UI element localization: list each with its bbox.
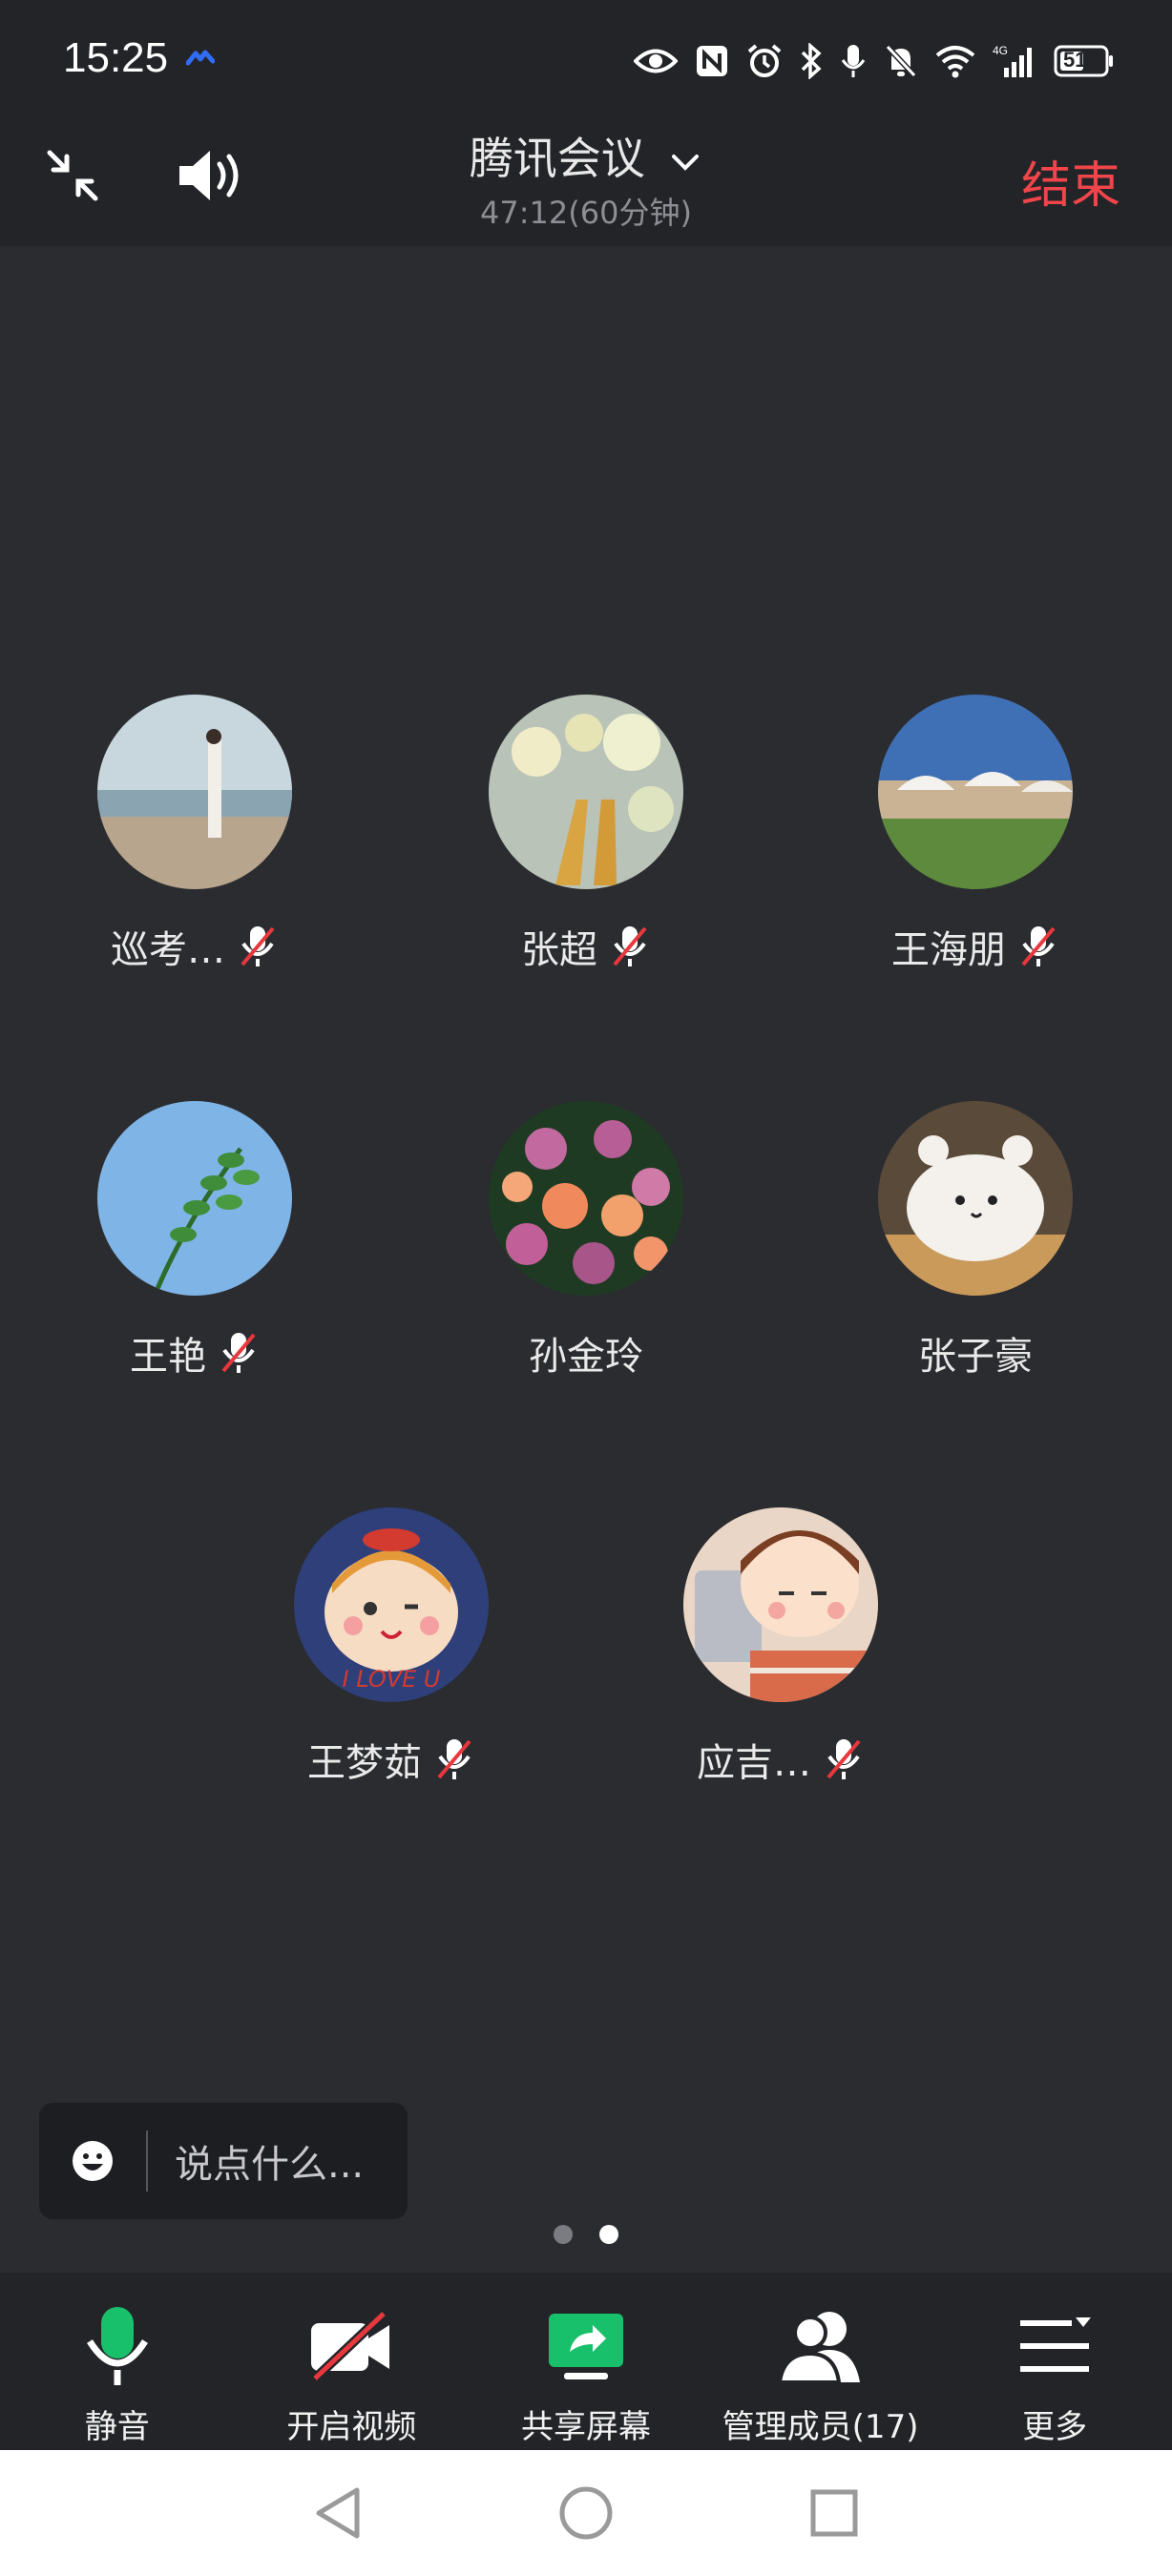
participant-name: 王梦茹 bbox=[307, 1741, 422, 1785]
microphone-icon bbox=[840, 43, 867, 79]
eye-icon bbox=[634, 47, 678, 75]
mic-muted-icon bbox=[221, 1333, 256, 1373]
mic-muted-icon bbox=[827, 1739, 861, 1779]
meeting-duration: 47:12(60分钟) bbox=[480, 195, 692, 231]
wifi-icon bbox=[935, 44, 975, 78]
participant-name: 张超 bbox=[521, 928, 597, 972]
status-icons: 4G 51 bbox=[634, 34, 1115, 88]
system-nav-bar bbox=[0, 2450, 1172, 2576]
participant-tile[interactable]: 王海朋 bbox=[813, 695, 1138, 975]
participant-tile[interactable]: I LOVE U 王梦茹 bbox=[229, 1507, 554, 1788]
top-bar: 15:25 4G 51 腾讯会议 47:12(60分钟) 结束 bbox=[0, 0, 1172, 246]
more-menu-icon bbox=[1020, 2317, 1092, 2372]
back-button[interactable] bbox=[300, 2475, 376, 2551]
video-off-icon bbox=[311, 2312, 390, 2380]
bell-off-icon bbox=[884, 43, 918, 79]
meeting-screen: 15:25 4G 51 腾讯会议 47:12(60分钟) 结束 巡考… 张超 王… bbox=[0, 0, 1172, 2576]
participant-name: 王艳 bbox=[130, 1335, 206, 1379]
avatar bbox=[878, 1101, 1073, 1296]
members-icon bbox=[777, 2312, 860, 2384]
status-time: 15:25 bbox=[63, 34, 169, 81]
avatar bbox=[97, 1101, 292, 1296]
mic-muted-icon bbox=[613, 926, 647, 966]
battery-icon: 51 bbox=[1054, 44, 1115, 78]
participant-tile[interactable]: 孙金玲 bbox=[424, 1101, 748, 1381]
more-button[interactable]: 更多 bbox=[938, 2273, 1172, 2450]
page-dot[interactable] bbox=[554, 2225, 573, 2244]
share-screen-button[interactable]: 共享屏幕 bbox=[469, 2273, 702, 2450]
share-screen-icon bbox=[548, 2314, 623, 2379]
avatar bbox=[683, 1507, 878, 1702]
emoji-button[interactable] bbox=[39, 2139, 146, 2183]
bluetooth-icon bbox=[800, 43, 823, 79]
participant-name: 应吉… bbox=[697, 1741, 811, 1785]
manage-members-label: 管理成员(17) bbox=[722, 2408, 919, 2446]
page-dot-active[interactable] bbox=[599, 2225, 618, 2244]
participant-name: 王海朋 bbox=[891, 928, 1006, 972]
participant-tile[interactable]: 王艳 bbox=[32, 1101, 357, 1381]
signal-4g-icon: 4G bbox=[993, 43, 1036, 79]
home-button[interactable] bbox=[548, 2475, 624, 2551]
battery-level: 51 bbox=[1063, 48, 1087, 72]
recents-icon bbox=[810, 2489, 858, 2537]
end-meeting-button[interactable]: 结束 bbox=[1021, 145, 1120, 217]
video-button[interactable]: 开启视频 bbox=[235, 2273, 469, 2450]
more-label: 更多 bbox=[1022, 2408, 1088, 2446]
chevron-down-icon bbox=[672, 154, 700, 171]
chat-placeholder: 说点什么... bbox=[175, 2143, 365, 2187]
alarm-icon bbox=[746, 43, 783, 79]
back-icon bbox=[316, 2487, 360, 2539]
participant-tile[interactable]: 应吉… bbox=[618, 1507, 943, 1788]
mic-muted-icon bbox=[437, 1739, 471, 1779]
emoji-icon bbox=[73, 2141, 113, 2181]
microphone-icon bbox=[86, 2307, 148, 2385]
recents-button[interactable] bbox=[796, 2475, 872, 2551]
svg-text:4G: 4G bbox=[993, 44, 1008, 57]
manage-members-button[interactable]: 管理成员(17) bbox=[703, 2273, 937, 2450]
avatar bbox=[878, 695, 1073, 889]
bottom-toolbar: 静音 开启视频 共享屏幕 管理成员(17) 更多 bbox=[0, 2273, 1172, 2450]
participant-name: 张子豪 bbox=[918, 1335, 1033, 1379]
nfc-icon bbox=[695, 44, 729, 78]
mic-muted-icon bbox=[1021, 926, 1056, 966]
divider bbox=[146, 2130, 148, 2192]
participant-name: 巡考… bbox=[111, 928, 225, 972]
avatar bbox=[97, 695, 292, 889]
meeting-title[interactable]: 腾讯会议 bbox=[0, 124, 1172, 187]
video-label: 开启视频 bbox=[286, 2408, 417, 2446]
page-indicator bbox=[0, 2225, 1172, 2244]
participant-tile[interactable]: 张子豪 bbox=[813, 1101, 1138, 1381]
avatar: I LOVE U bbox=[294, 1507, 489, 1702]
share-screen-label: 共享屏幕 bbox=[520, 2408, 651, 2446]
chat-input[interactable]: 说点什么... bbox=[39, 2103, 408, 2219]
mute-label: 静音 bbox=[84, 2408, 150, 2446]
participant-tile[interactable]: 巡考… bbox=[32, 695, 357, 975]
app-notification-icon bbox=[185, 48, 216, 67]
avatar bbox=[489, 695, 683, 889]
participant-tile[interactable]: 张超 bbox=[424, 695, 748, 975]
meeting-title-text: 腾讯会议 bbox=[469, 133, 645, 184]
avatar bbox=[489, 1101, 683, 1296]
mute-button[interactable]: 静音 bbox=[0, 2273, 234, 2450]
participant-name: 孙金玲 bbox=[529, 1335, 643, 1379]
home-icon bbox=[559, 2486, 613, 2540]
mic-muted-icon bbox=[241, 926, 275, 966]
avatar-text: I LOVE U bbox=[342, 1666, 440, 1693]
